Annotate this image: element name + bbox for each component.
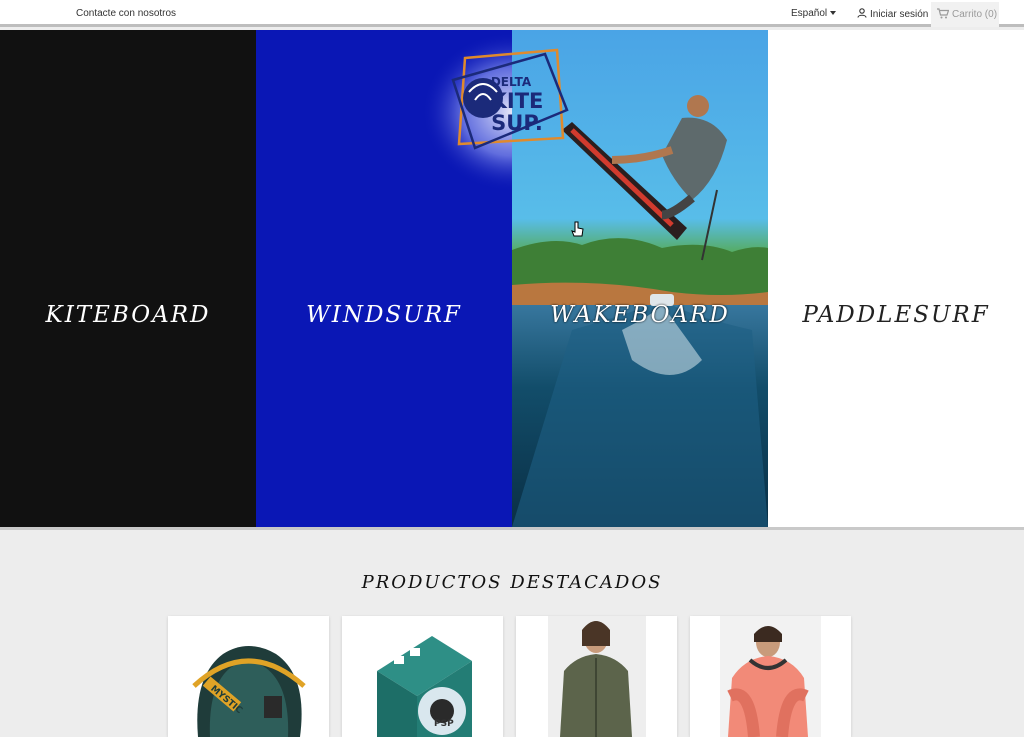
category-label-paddlesurf: PADDLESURF [802, 302, 990, 328]
product-image-harness: MYSTIC [192, 646, 306, 737]
product-image-repair-tape: PSP [377, 636, 472, 737]
cart-button[interactable]: Carrito (0) [931, 2, 999, 27]
product-image-hoodie [720, 616, 821, 737]
tape-brand: PSP [434, 719, 454, 729]
contact-link[interactable]: Contacte con nosotros [76, 8, 176, 19]
product-image-parka [548, 616, 646, 737]
hand-cursor-icon [571, 221, 584, 237]
product-card-repair-tape[interactable]: PSP [342, 616, 503, 737]
cart-icon [937, 8, 949, 19]
product-card-parka[interactable] [516, 616, 677, 737]
login-link[interactable]: Iniciar sesión [857, 8, 928, 20]
logo-line1: DELTA [491, 75, 532, 89]
delta-kite-sup-logo[interactable]: DELTA KITE SUP. [445, 40, 575, 160]
product-card-hoodie[interactable] [690, 616, 851, 737]
category-panel-paddlesurf[interactable]: PADDLESURF [768, 30, 1024, 527]
login-label: Iniciar sesión [870, 9, 929, 20]
logo-line3: SUP. [491, 111, 543, 135]
caret-down-icon [830, 11, 837, 15]
product-card-harness[interactable]: MYSTIC [168, 616, 329, 737]
category-label-wakeboard: WAKEBOARD [550, 302, 730, 328]
language-label: Español [791, 8, 828, 19]
top-nav-bar: Contacte con nosotros Español Iniciar se… [0, 0, 1024, 27]
category-label-kiteboard: KITEBOARD [45, 302, 211, 328]
cart-count: (0) [984, 9, 998, 20]
section-divider [0, 527, 1024, 530]
featured-title: PRODUCTOS DESTACADOS [361, 572, 663, 593]
logo-line2: KITE [491, 89, 544, 113]
language-selector[interactable]: Español [791, 8, 837, 19]
cart-label: Carrito [952, 9, 983, 20]
user-icon [857, 8, 867, 18]
category-panel-kiteboard[interactable]: KITEBOARD [0, 30, 256, 527]
category-label-windsurf: WINDSURF [306, 302, 462, 328]
featured-products: MYSTIC PSP [168, 616, 858, 737]
